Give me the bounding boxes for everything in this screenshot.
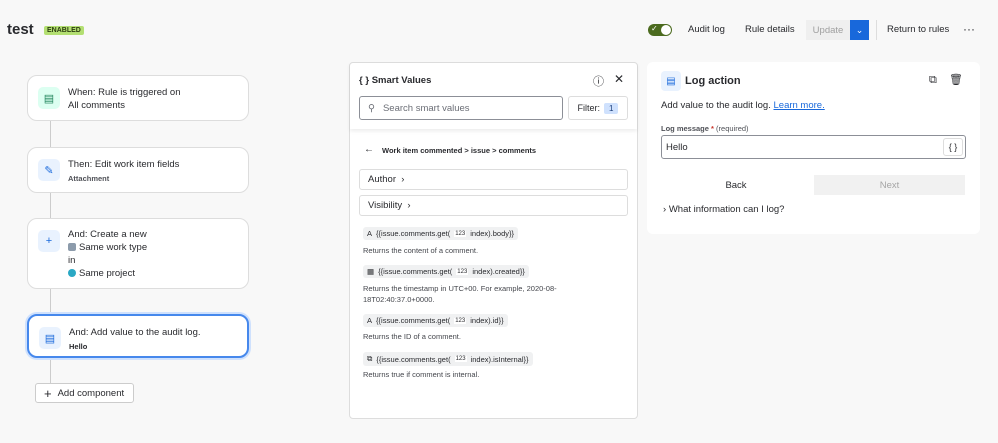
smart-values-button[interactable]: { } bbox=[943, 138, 963, 156]
required-mark: * bbox=[711, 124, 714, 133]
add-component-button[interactable]: + Add component bbox=[35, 383, 134, 403]
calendar-icon: ▦ bbox=[367, 267, 374, 276]
smart-value-item[interactable]: ⧉{{issue.comments.get(123index).isIntern… bbox=[363, 352, 533, 366]
project-icon bbox=[68, 269, 76, 277]
card-title: And: Create a new bbox=[68, 228, 238, 241]
group-label: Visibility bbox=[368, 200, 402, 211]
card-detail: Hello bbox=[69, 342, 237, 351]
update-dropdown-button[interactable]: ⌄ bbox=[850, 20, 869, 40]
log-icon: ▤ bbox=[39, 327, 61, 349]
smart-value-item[interactable]: ▦{{issue.comments.get(123index).created}… bbox=[363, 265, 529, 278]
delete-icon[interactable]: 🗑 bbox=[949, 73, 963, 86]
panel-title: Smart Values bbox=[372, 75, 432, 86]
text-icon: A bbox=[367, 229, 372, 238]
search-smart-values-input[interactable]: ⚲ Search smart values bbox=[359, 96, 563, 120]
card-detail: All comments bbox=[68, 99, 238, 112]
field-label: Log message bbox=[661, 124, 709, 133]
plus-icon: + bbox=[44, 386, 52, 401]
card-detail: Attachment bbox=[68, 174, 238, 183]
smart-value-item[interactable]: A{{issue.comments.get(123index).id}} bbox=[363, 314, 508, 327]
panel-title: Log action bbox=[685, 75, 741, 87]
log-action-panel: ▤ Log action ⧉ 🗑 Add value to the audit … bbox=[647, 62, 980, 234]
plus-icon: + bbox=[38, 230, 60, 252]
divider bbox=[876, 20, 877, 40]
trigger-card[interactable]: ▤ When: Rule is triggered on All comment… bbox=[27, 75, 249, 121]
text-icon: A bbox=[367, 316, 372, 325]
rule-details-button[interactable]: Rule details bbox=[745, 24, 795, 35]
smart-value-item[interactable]: A{{issue.comments.get(123index).body}} bbox=[363, 227, 518, 240]
edit-icon: ✎ bbox=[38, 159, 60, 181]
check-icon: ✓ bbox=[651, 24, 658, 33]
card-detail: Same project bbox=[79, 268, 135, 279]
next-button[interactable]: Next bbox=[814, 175, 965, 195]
braces-icon: { } bbox=[359, 75, 372, 86]
back-arrow-icon[interactable]: ← bbox=[364, 144, 374, 155]
braces-icon: { } bbox=[949, 142, 958, 152]
card-detail: Same work type bbox=[79, 242, 147, 253]
card-detail: in bbox=[68, 254, 238, 267]
comment-icon: ▤ bbox=[38, 87, 60, 109]
rule-title: test bbox=[7, 21, 34, 38]
log-icon: ▤ bbox=[661, 71, 681, 91]
smart-value-desc: Returns the timestamp in UTC+00. For exa… bbox=[363, 283, 583, 305]
filter-count: 1 bbox=[604, 103, 618, 114]
breadcrumb: Work item commented > issue > comments bbox=[382, 146, 536, 155]
card-title: And: Add value to the audit log. bbox=[69, 326, 237, 339]
enable-toggle[interactable]: ✓ bbox=[648, 24, 672, 36]
group-author[interactable]: Author › bbox=[359, 169, 628, 190]
info-icon[interactable]: ⓘ bbox=[593, 73, 604, 89]
help-expander[interactable]: › What information can I log? bbox=[663, 204, 784, 215]
edit-fields-card[interactable]: ✎ Then: Edit work item fields Attachment bbox=[27, 147, 249, 193]
expander-label: What information can I log? bbox=[669, 204, 785, 215]
required-text: (required) bbox=[716, 124, 749, 133]
log-action-card[interactable]: ▤ And: Add value to the audit log. Hello bbox=[27, 314, 249, 358]
group-visibility[interactable]: Visibility › bbox=[359, 195, 628, 216]
close-icon[interactable]: ✕ bbox=[614, 72, 624, 86]
filter-label: Filter: bbox=[578, 103, 601, 113]
description: Add value to the audit log. bbox=[661, 100, 771, 111]
update-button[interactable]: Update bbox=[806, 20, 850, 40]
return-to-rules-button[interactable]: Return to rules bbox=[887, 24, 949, 35]
back-button[interactable]: Back bbox=[661, 175, 811, 195]
log-message-input[interactable]: Hello { } bbox=[661, 135, 966, 159]
filter-button[interactable]: Filter:1 bbox=[568, 96, 628, 120]
placeholder: Search smart values bbox=[383, 103, 470, 114]
status-badge: ENABLED bbox=[44, 26, 84, 35]
group-label: Author bbox=[368, 174, 396, 185]
chevron-down-icon: ⌄ bbox=[856, 25, 864, 36]
search-icon: ⚲ bbox=[368, 103, 375, 114]
learn-more-link[interactable]: Learn more. bbox=[774, 100, 825, 111]
card-title: When: Rule is triggered on bbox=[68, 86, 238, 99]
copy-icon: ⧉ bbox=[367, 354, 372, 364]
duplicate-icon[interactable]: ⧉ bbox=[929, 74, 937, 87]
smart-value-desc: Returns the content of a comment. bbox=[363, 245, 583, 256]
smart-value-desc: Returns true if comment is internal. bbox=[363, 369, 583, 380]
smart-value-desc: Returns the ID of a comment. bbox=[363, 331, 583, 342]
create-work-item-card[interactable]: + And: Create a new Same work type in Sa… bbox=[27, 218, 249, 289]
input-value: Hello bbox=[666, 142, 688, 153]
smart-values-panel: { } Smart Values ⓘ ✕ ⚲ Search smart value… bbox=[349, 62, 638, 419]
work-type-icon bbox=[68, 243, 76, 251]
card-title: Then: Edit work item fields bbox=[68, 158, 238, 171]
button-label: Add component bbox=[58, 388, 125, 399]
more-icon[interactable]: ··· bbox=[963, 22, 975, 36]
audit-log-button[interactable]: Audit log bbox=[688, 24, 725, 35]
